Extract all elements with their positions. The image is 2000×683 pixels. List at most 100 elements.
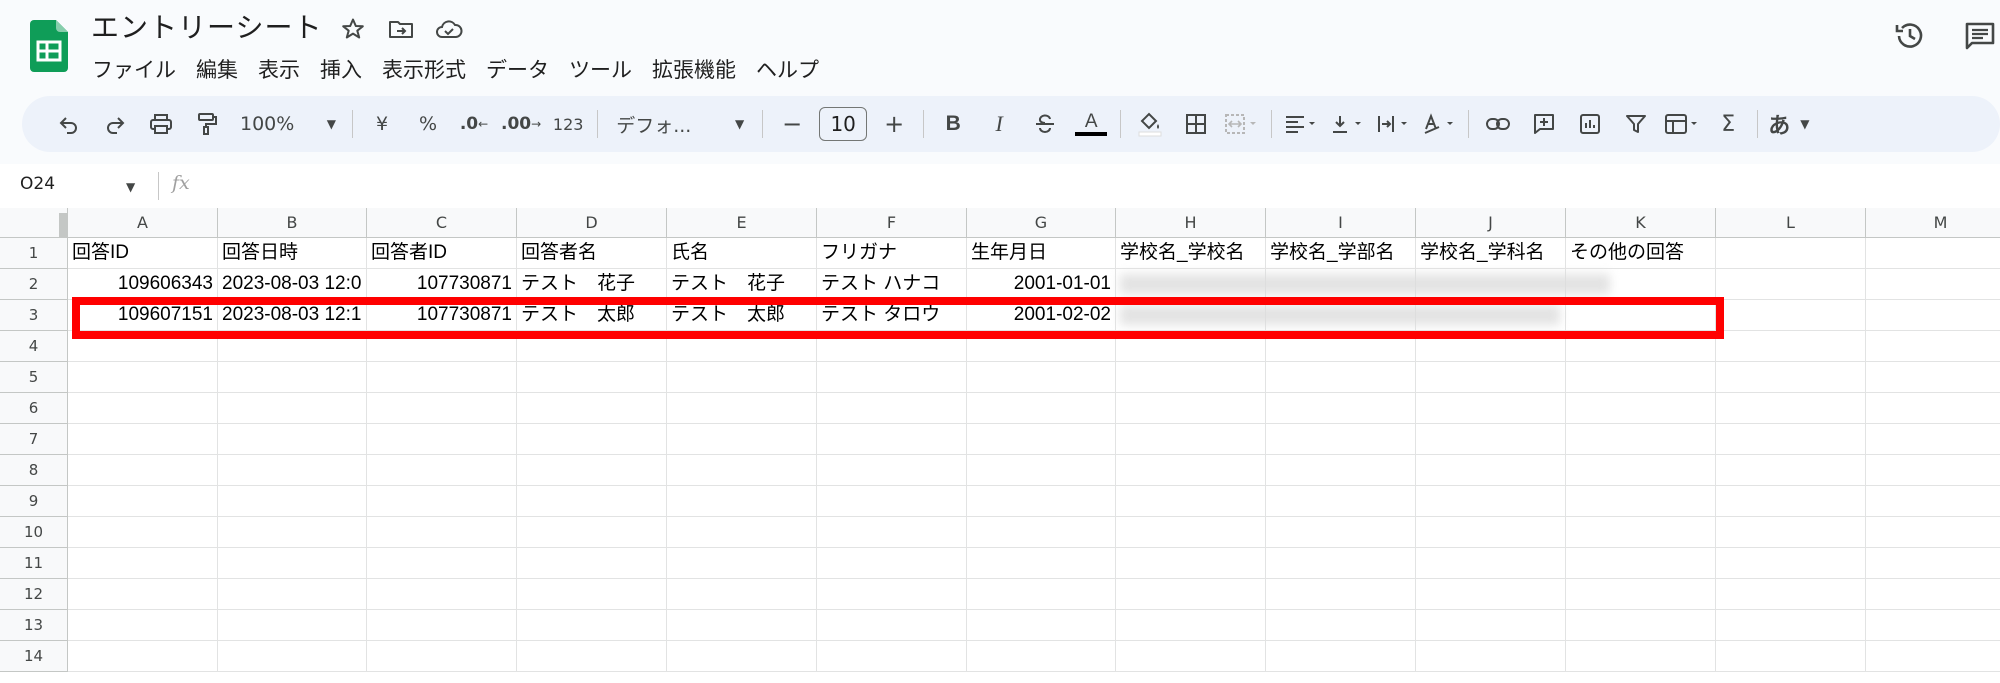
cell-i1[interactable]: 学校名_学部名 [1266, 238, 1416, 269]
cell-f11[interactable] [817, 548, 967, 579]
cell-h12[interactable] [1116, 579, 1266, 610]
cell-g8[interactable] [967, 455, 1116, 486]
cell-d4[interactable] [517, 331, 667, 362]
decrease-decimal-button[interactable]: .0 ← [455, 104, 493, 144]
cell-l6[interactable] [1716, 393, 1866, 424]
cell-l13[interactable] [1716, 610, 1866, 641]
cell-f9[interactable] [817, 486, 967, 517]
font-select[interactable]: デフォ... ▼ [608, 104, 752, 144]
cell-c6[interactable] [367, 393, 517, 424]
cell-k3[interactable] [1566, 300, 1716, 331]
cell-i12[interactable] [1266, 579, 1416, 610]
row-header-6[interactable]: 6 [0, 393, 68, 424]
cell-k1[interactable]: その他の回答 [1566, 238, 1716, 269]
cell-e6[interactable] [667, 393, 817, 424]
cell-b8[interactable] [218, 455, 367, 486]
cell-b5[interactable] [218, 362, 367, 393]
cell-c14[interactable] [367, 641, 517, 672]
row-header-10[interactable]: 10 [0, 517, 68, 548]
cell-l3[interactable] [1716, 300, 1866, 331]
cell-c12[interactable] [367, 579, 517, 610]
cell-c2[interactable]: 107730871 [367, 269, 517, 300]
cell-e11[interactable] [667, 548, 817, 579]
cell-b14[interactable] [218, 641, 367, 672]
cell-d9[interactable] [517, 486, 667, 517]
cell-g4[interactable] [967, 331, 1116, 362]
row-header-4[interactable]: 4 [0, 331, 68, 362]
column-header-k[interactable]: K [1566, 208, 1716, 238]
column-header-c[interactable]: C [367, 208, 517, 238]
increase-decimal-button[interactable]: .00 → [501, 104, 541, 144]
row-header-5[interactable]: 5 [0, 362, 68, 393]
menu-file[interactable]: ファイル [82, 50, 186, 88]
cell-a4[interactable] [68, 331, 218, 362]
undo-icon[interactable] [50, 104, 88, 144]
cell-l10[interactable] [1716, 517, 1866, 548]
cell-d8[interactable] [517, 455, 667, 486]
cell-a8[interactable] [68, 455, 218, 486]
cell-b9[interactable] [218, 486, 367, 517]
cell-e2[interactable]: テスト 花子 [667, 269, 817, 300]
cell-a6[interactable] [68, 393, 218, 424]
cell-j8[interactable] [1416, 455, 1566, 486]
cell-g14[interactable] [967, 641, 1116, 672]
cell-m12[interactable] [1866, 579, 2000, 610]
cell-k10[interactable] [1566, 517, 1716, 548]
cell-b3[interactable]: 2023-08-03 12:1 [218, 300, 367, 331]
cell-e8[interactable] [667, 455, 817, 486]
menu-format[interactable]: 表示形式 [372, 50, 476, 88]
cell-i8[interactable] [1266, 455, 1416, 486]
cell-e14[interactable] [667, 641, 817, 672]
row-header-14[interactable]: 14 [0, 641, 68, 672]
text-rotation-icon[interactable] [1420, 104, 1458, 144]
cell-m11[interactable] [1866, 548, 2000, 579]
cell-m6[interactable] [1866, 393, 2000, 424]
cell-e4[interactable] [667, 331, 817, 362]
cell-l7[interactable] [1716, 424, 1866, 455]
cell-m2[interactable] [1866, 269, 2000, 300]
cell-h8[interactable] [1116, 455, 1266, 486]
cell-m8[interactable] [1866, 455, 2000, 486]
cell-j12[interactable] [1416, 579, 1566, 610]
cell-e13[interactable] [667, 610, 817, 641]
cell-l2[interactable] [1716, 269, 1866, 300]
cell-k5[interactable] [1566, 362, 1716, 393]
cell-h6[interactable] [1116, 393, 1266, 424]
bold-button[interactable]: B [934, 104, 972, 144]
cell-j1[interactable]: 学校名_学科名 [1416, 238, 1566, 269]
column-header-l[interactable]: L [1716, 208, 1866, 238]
cell-j4[interactable] [1416, 331, 1566, 362]
cloud-saved-icon[interactable] [432, 12, 466, 46]
cell-l8[interactable] [1716, 455, 1866, 486]
percent-format-button[interactable]: % [409, 104, 447, 144]
cell-d12[interactable] [517, 579, 667, 610]
row-header-8[interactable]: 8 [0, 455, 68, 486]
cell-l4[interactable] [1716, 331, 1866, 362]
paint-format-icon[interactable] [188, 104, 226, 144]
text-wrapping-icon[interactable] [1374, 104, 1412, 144]
insert-comment-icon[interactable] [1525, 104, 1563, 144]
version-history-icon[interactable] [1890, 16, 1930, 56]
cell-c9[interactable] [367, 486, 517, 517]
cell-g7[interactable] [967, 424, 1116, 455]
column-header-g[interactable]: G [967, 208, 1116, 238]
font-size-input[interactable]: 10 [819, 107, 868, 141]
cell-d6[interactable] [517, 393, 667, 424]
cell-d5[interactable] [517, 362, 667, 393]
cell-l9[interactable] [1716, 486, 1866, 517]
cell-l1[interactable] [1716, 238, 1866, 269]
cell-b13[interactable] [218, 610, 367, 641]
cell-j9[interactable] [1416, 486, 1566, 517]
cell-h13[interactable] [1116, 610, 1266, 641]
cell-l12[interactable] [1716, 579, 1866, 610]
cell-h11[interactable] [1116, 548, 1266, 579]
row-header-7[interactable]: 7 [0, 424, 68, 455]
decrease-font-size-button[interactable]: − [773, 104, 811, 144]
cell-j7[interactable] [1416, 424, 1566, 455]
zoom-select[interactable]: 100% ▼ [234, 104, 342, 144]
cell-m3[interactable] [1866, 300, 2000, 331]
cell-m1[interactable] [1866, 238, 2000, 269]
row-header-3[interactable]: 3 [0, 300, 68, 331]
cell-h9[interactable] [1116, 486, 1266, 517]
cell-j11[interactable] [1416, 548, 1566, 579]
